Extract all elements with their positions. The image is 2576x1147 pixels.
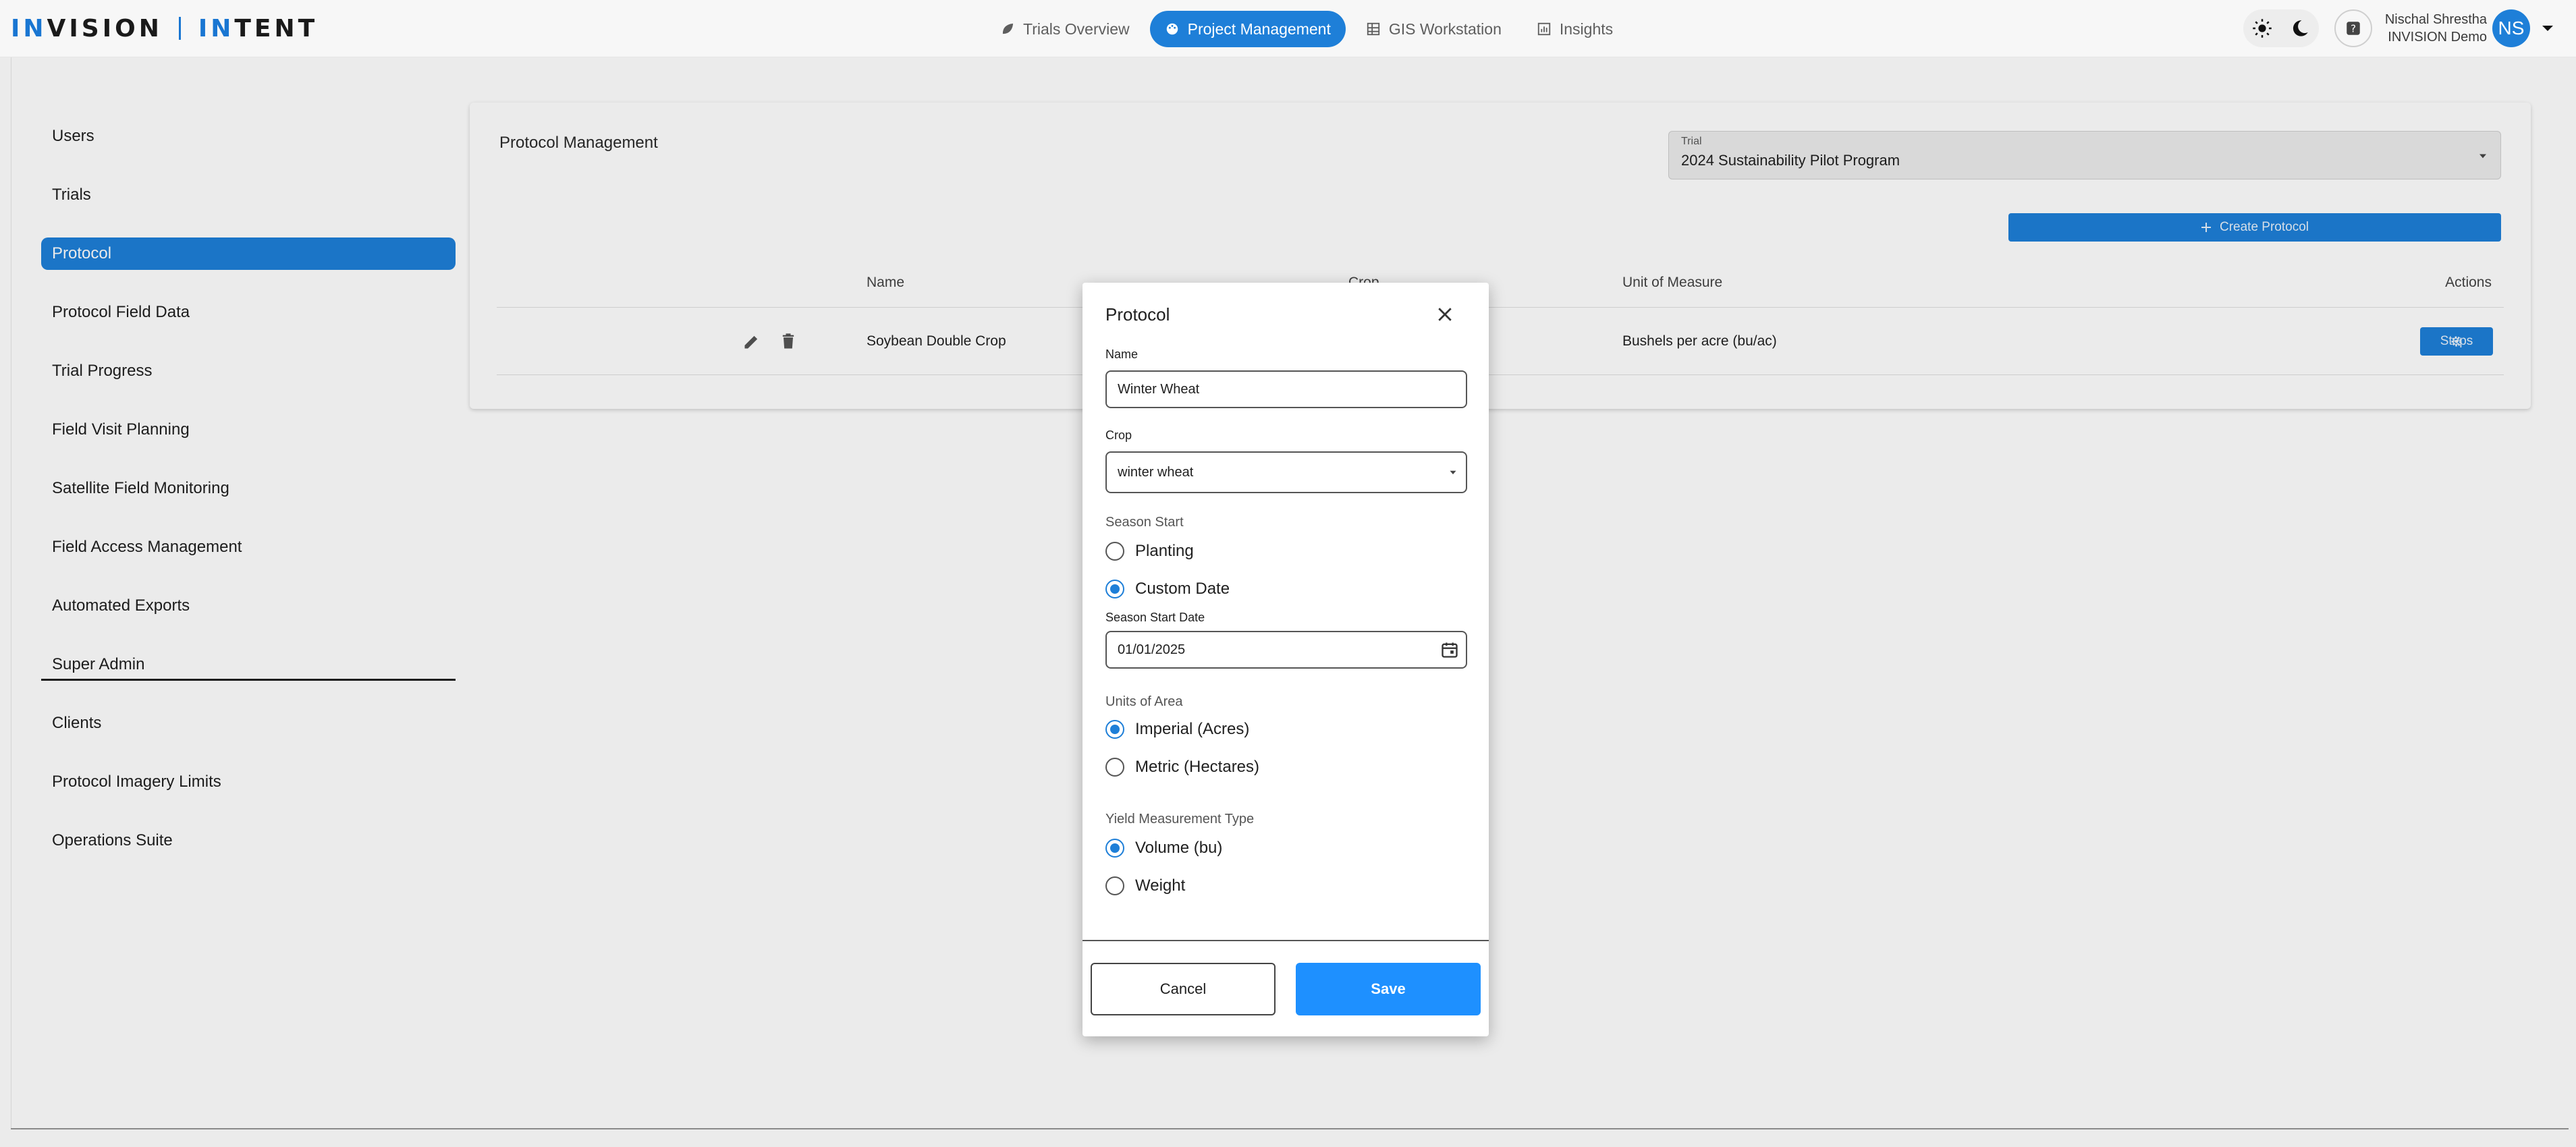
radio-label: Planting <box>1135 542 1194 560</box>
season-start-label: Season Start <box>1105 515 1184 530</box>
help-icon: ? <box>2347 22 2360 35</box>
dialog-title: Protocol <box>1105 304 1170 325</box>
yield-measurement-label: Yield Measurement Type <box>1105 812 1255 827</box>
radio-indicator <box>1105 720 1124 739</box>
leaf-icon <box>1002 23 1014 34</box>
radio-weight[interactable]: Weight <box>1105 876 1185 895</box>
save-button[interactable]: Save <box>1296 963 1481 1015</box>
nav-trials-overview[interactable]: Trials Overview <box>985 11 1145 47</box>
main-nav: Trials Overview Project Management GIS W… <box>985 11 1628 47</box>
user-name: Nischal Shrestha <box>2384 12 2487 27</box>
units-of-area-label: Units of Area <box>1105 694 1183 709</box>
nav-project-management[interactable]: Project Management <box>1149 11 1346 47</box>
svg-text:?: ? <box>2351 22 2356 34</box>
caret-down-icon <box>1450 470 1456 474</box>
close-icon[interactable] <box>1435 304 1455 325</box>
radio-volume-bu[interactable]: Volume (bu) <box>1105 839 1222 858</box>
radio-metric-hectares[interactable]: Metric (Hectares) <box>1105 758 1259 777</box>
nav-insights[interactable]: Insights <box>1522 11 1628 47</box>
name-input[interactable]: Winter Wheat <box>1105 370 1467 408</box>
radio-label: Volume (bu) <box>1135 839 1223 857</box>
name-input-value: Winter Wheat <box>1118 381 1200 397</box>
radio-label: Metric (Hectares) <box>1135 758 1260 776</box>
palette-icon <box>1166 23 1178 35</box>
nav-gis-workstation[interactable]: GIS Workstation <box>1351 11 1516 47</box>
logo-separator <box>178 17 181 40</box>
radio-indicator <box>1105 876 1124 895</box>
nav-label: GIS Workstation <box>1388 20 1502 38</box>
radio-indicator <box>1105 542 1124 561</box>
nav-label: Trials Overview <box>1023 20 1130 38</box>
radio-custom-date[interactable]: Custom Date <box>1105 580 1230 598</box>
nav-label: Project Management <box>1187 20 1331 38</box>
season-start-date-label: Season Start Date <box>1105 611 1205 624</box>
crop-select[interactable]: winter wheat <box>1105 451 1467 493</box>
radio-indicator <box>1105 839 1124 858</box>
radio-label: Imperial (Acres) <box>1135 720 1250 738</box>
moon-icon[interactable] <box>2286 15 2313 42</box>
name-label: Name <box>1105 347 1139 361</box>
dialog-divider <box>1083 940 1489 941</box>
grid-icon <box>1367 22 1380 36</box>
radio-imperial-acres[interactable]: Imperial (Acres) <box>1105 720 1249 739</box>
season-start-date-value: 01/01/2025 <box>1118 642 1186 657</box>
avatar[interactable]: NS <box>2492 9 2530 47</box>
frame-bottom-edge <box>11 1128 2569 1129</box>
top-bar: INVISION INTENT Trials Overview Project … <box>0 0 2576 57</box>
radio-indicator <box>1105 758 1124 777</box>
protocol-dialog: Protocol Name Winter Wheat Crop winter w… <box>1083 283 1489 1036</box>
help-button[interactable]: ? <box>2334 9 2372 47</box>
calendar-icon[interactable] <box>1440 640 1459 659</box>
theme-toggle[interactable] <box>2243 9 2319 47</box>
season-start-date-input[interactable]: 01/01/2025 <box>1105 631 1467 669</box>
crop-label: Crop <box>1105 428 1132 442</box>
radio-indicator <box>1105 580 1124 598</box>
logo-invision: INVISION <box>11 14 163 43</box>
radio-label: Weight <box>1135 876 1186 895</box>
sun-icon[interactable] <box>2249 15 2276 42</box>
crop-select-value: winter wheat <box>1118 464 1194 480</box>
chevron-down-icon[interactable] <box>2540 20 2556 36</box>
user-org: INVISION Demo <box>2388 30 2487 45</box>
cancel-button[interactable]: Cancel <box>1091 963 1276 1015</box>
logo-intent: INTENT <box>198 14 319 43</box>
radio-label: Custom Date <box>1135 580 1230 598</box>
app-logo[interactable]: INVISION INTENT <box>11 14 319 43</box>
user-info: Nischal Shrestha INVISION Demo <box>2376 11 2487 46</box>
chart-icon <box>1537 22 1551 36</box>
nav-label: Insights <box>1559 20 1614 38</box>
radio-planting[interactable]: Planting <box>1105 542 1194 561</box>
